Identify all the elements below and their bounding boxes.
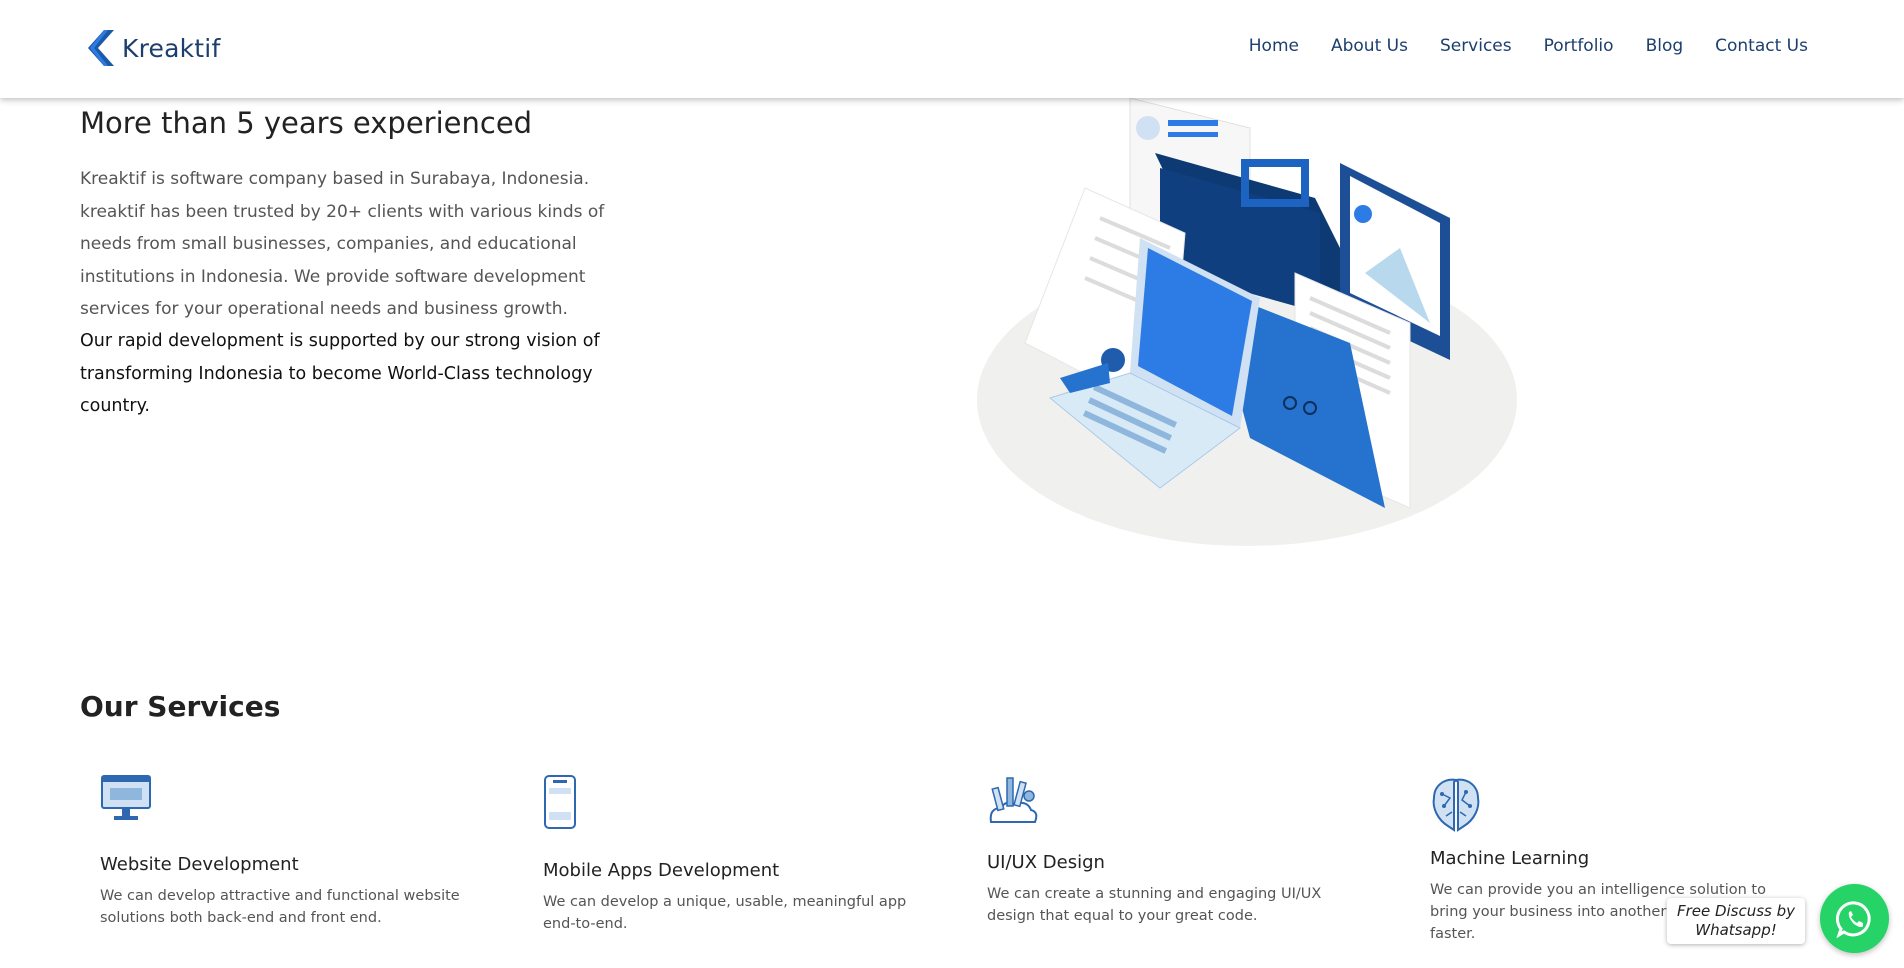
about-title: More than 5 years experienced <box>80 106 533 140</box>
design-tools-icon <box>989 777 1038 823</box>
service-title: Website Development <box>100 854 299 875</box>
services-title: Our Services <box>80 690 281 723</box>
service-description: We can develop attractive and functional… <box>100 888 460 926</box>
nav-blog[interactable]: Blog <box>1646 36 1684 56</box>
whatsapp-icon <box>1835 900 1871 938</box>
site-header: Kreaktif Home About Us Services Portfoli… <box>0 0 1904 98</box>
service-description: We can create a stunning and engaging UI… <box>987 886 1322 924</box>
nav-services[interactable]: Services <box>1440 36 1512 56</box>
service-card-website[interactable]: Website Development We can develop attra… <box>100 772 500 929</box>
service-description: We can develop a unique, usable, meaning… <box>543 894 907 932</box>
about-vision: Our rapid development is supported by ou… <box>80 331 600 416</box>
brain-icon <box>1432 778 1480 832</box>
service-title: UI/UX Design <box>987 852 1105 873</box>
nav-home[interactable]: Home <box>1249 36 1299 56</box>
service-card-uiux[interactable]: UI/UX Design We can create a stunning an… <box>987 774 1387 927</box>
service-title: Mobile Apps Development <box>543 860 780 881</box>
nav-about-us[interactable]: About Us <box>1331 36 1408 56</box>
whatsapp-button[interactable] <box>1820 884 1889 953</box>
brand-logo[interactable]: Kreaktif <box>86 30 220 66</box>
about-description: Kreaktif is software company based in Su… <box>80 169 605 319</box>
software-development-illustration <box>977 98 1517 546</box>
monitor-icon <box>101 775 151 820</box>
brand-name: Kreaktif <box>122 33 221 63</box>
nav-contact-us[interactable]: Contact Us <box>1715 36 1808 56</box>
main-nav: Home About Us Services Portfolio Blog Co… <box>1217 36 1808 56</box>
service-title: Machine Learning <box>1430 848 1590 869</box>
chevron-left-logo-icon <box>88 30 114 66</box>
whatsapp-tooltip[interactable]: Free Discuss by Whatsapp! <box>1667 898 1805 944</box>
service-card-mobile[interactable]: Mobile Apps Development We can develop a… <box>543 774 943 935</box>
nav-portfolio[interactable]: Portfolio <box>1544 36 1614 56</box>
smartphone-icon <box>544 775 576 829</box>
